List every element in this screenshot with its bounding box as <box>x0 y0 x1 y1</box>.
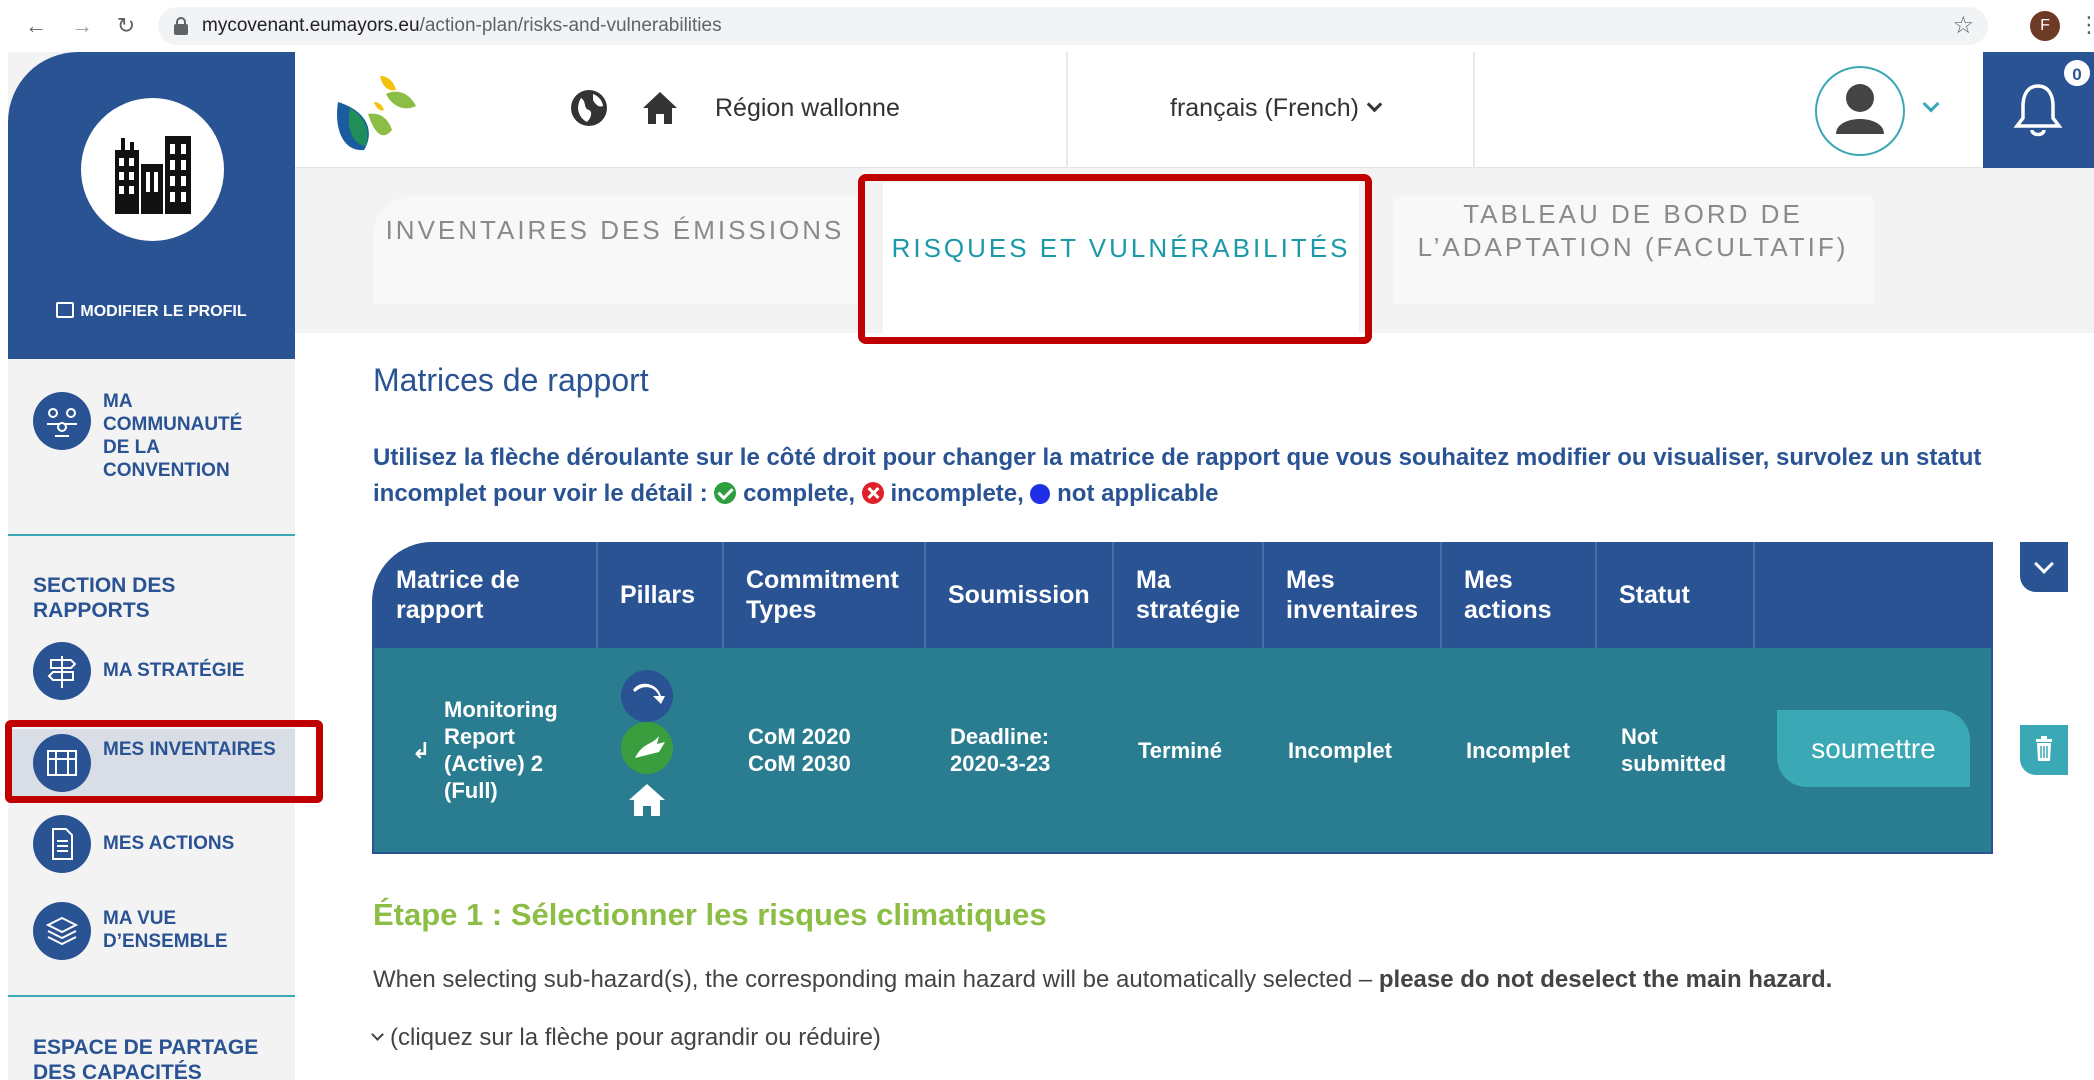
adaptation-pillar-icon <box>621 722 673 774</box>
divider <box>8 995 295 997</box>
step-1-title: Étape 1 : Sélectionner les risques clima… <box>373 897 1047 932</box>
matrix-name: Monitoring Report (Active) 2 (Full) <box>444 697 558 803</box>
column-header: Matrice de rapport <box>372 542 598 648</box>
divider <box>1066 52 1068 168</box>
layers-icon <box>33 902 91 960</box>
column-header: Ma stratégie <box>1114 542 1264 648</box>
complete-check-icon <box>714 482 737 504</box>
user-avatar[interactable] <box>1815 66 1905 156</box>
legend-complete: complete, <box>743 480 856 507</box>
edit-icon <box>56 302 75 318</box>
region-label: Région wallonne <box>715 94 900 122</box>
inventories-status[interactable]: Incomplet <box>1266 648 1444 852</box>
highlight-box-inventories <box>5 720 323 803</box>
actions-status[interactable]: Incomplet <box>1444 648 1599 852</box>
address-bar[interactable]: mycovenant.eumayors.eu/action-plan/risks… <box>158 7 1988 45</box>
reports-section-heading: SECTION DES RAPPORTS <box>33 574 176 622</box>
submission-deadline: Deadline: 2020-3-23 <box>950 724 1051 776</box>
bookmark-star-icon[interactable]: ☆ <box>1952 7 1974 45</box>
table-header: Matrice de rapport Pillars Commitment Ty… <box>372 542 1993 648</box>
signpost-icon <box>33 642 91 700</box>
highlight-box-risks-tab <box>858 174 1372 344</box>
sidebar-item-strategy[interactable]: MA STRATÉGIE <box>8 642 295 700</box>
browser-profile-avatar[interactable]: F <box>2030 11 2060 41</box>
document-icon <box>33 815 91 873</box>
commitment-types: CoM 2020 CoM 2030 <box>748 724 851 776</box>
sidebar-item-label: MA STRATÉGIE <box>103 660 245 681</box>
tab-adaptation-scoreboard[interactable]: TABLEAU DE BORD DE L’ADAPTATION (FACULTA… <box>1393 196 1873 304</box>
edit-profile-link[interactable]: MODIFIER LE PROFIL <box>8 302 295 321</box>
divider <box>8 534 295 536</box>
browser-toolbar: ← → ↻ mycovenant.eumayors.eu/action-plan… <box>0 0 2094 52</box>
intro-text: Utilisez la flèche déroulante sur le côt… <box>373 444 1982 507</box>
step-note: When selecting sub-hazard(s), the corres… <box>373 966 1833 993</box>
chevron-down-icon[interactable] <box>1922 95 1940 113</box>
submit-button[interactable]: soumettre <box>1777 710 1970 787</box>
url-text: mycovenant.eumayors.eu/action-plan/risks… <box>202 15 722 36</box>
column-header: Soumission <box>926 542 1114 648</box>
not-applicable-dot-icon <box>1030 484 1051 504</box>
matrix-dropdown-button[interactable] <box>2020 542 2068 592</box>
sidebar-item-overview[interactable]: MA VUE D’ENSEMBLE <box>8 902 295 960</box>
delete-button[interactable] <box>2020 725 2068 775</box>
column-header: Mes inventaires <box>1264 542 1442 648</box>
covenant-logo[interactable] <box>330 72 418 154</box>
community-icon <box>33 392 91 450</box>
tab-emission-inventories[interactable]: INVENTAIRES DES ÉMISSIONS <box>373 196 857 304</box>
lock-icon <box>174 17 188 35</box>
legend-incomplete: incomplete, <box>890 480 1024 507</box>
strategy-status: Terminé <box>1138 737 1222 763</box>
forward-arrow-icon[interactable]: → <box>68 12 96 40</box>
reporting-matrix-table: Matrice de rapport Pillars Commitment Ty… <box>372 542 1993 854</box>
top-header: Région wallonne français (French) 0 <box>295 52 2094 168</box>
capacity-sharing-heading[interactable]: ESPACE DE PARTAGE DES CAPACITÉS <box>33 1035 293 1080</box>
buildings-icon <box>115 136 191 214</box>
incomplete-cross-icon <box>861 482 884 504</box>
column-header: Mes actions <box>1442 542 1597 648</box>
collapse-toggle[interactable]: (cliquez sur la flèche pour agrandir ou … <box>371 1024 881 1052</box>
city-avatar <box>81 98 224 241</box>
user-icon <box>1836 84 1884 134</box>
page-title: Matrices de rapport <box>373 362 649 398</box>
sidebar: MODIFIER LE PROFIL MA COMMUNAUTÉ DE LA C… <box>8 52 295 1080</box>
home-icon[interactable] <box>641 90 679 126</box>
sidebar-profile-panel: MODIFIER LE PROFIL <box>8 52 295 359</box>
divider <box>1473 52 1475 168</box>
notification-count-badge: 0 <box>2062 58 2092 88</box>
chevron-down-icon <box>1366 96 1383 113</box>
table-row: ↲ Monitoring Report (Active) 2 (Full) Co… <box>372 648 1993 854</box>
sidebar-item-label: MA VUE D’ENSEMBLE <box>103 908 228 952</box>
column-header: Commitment Types <box>724 542 926 648</box>
sidebar-item-actions[interactable]: MES ACTIONS <box>8 815 295 873</box>
energy-poverty-pillar-icon <box>621 774 673 826</box>
trash-icon <box>2036 736 2052 761</box>
chevron-down-icon <box>371 1028 384 1041</box>
globe-icon[interactable] <box>571 90 607 126</box>
language-selector[interactable]: français (French) <box>1170 94 1383 123</box>
mitigation-pillar-icon <box>621 670 673 722</box>
reload-icon[interactable]: ↻ <box>112 12 140 40</box>
column-header: Pillars <box>598 542 724 648</box>
column-header: Statut <box>1597 542 1755 648</box>
back-arrow-icon[interactable]: ← <box>22 12 50 40</box>
browser-menu-icon[interactable]: ⋮ <box>2078 10 2094 40</box>
submission-status: Not submitted <box>1621 724 1727 776</box>
sidebar-item-label: MES ACTIONS <box>103 833 235 854</box>
legend-not-applicable: not applicable <box>1057 480 1219 507</box>
sidebar-item-community[interactable]: MA COMMUNAUTÉ DE LA CONVENTION <box>8 391 295 481</box>
sidebar-item-label: MA COMMUNAUTÉ DE LA CONVENTION <box>103 391 243 481</box>
